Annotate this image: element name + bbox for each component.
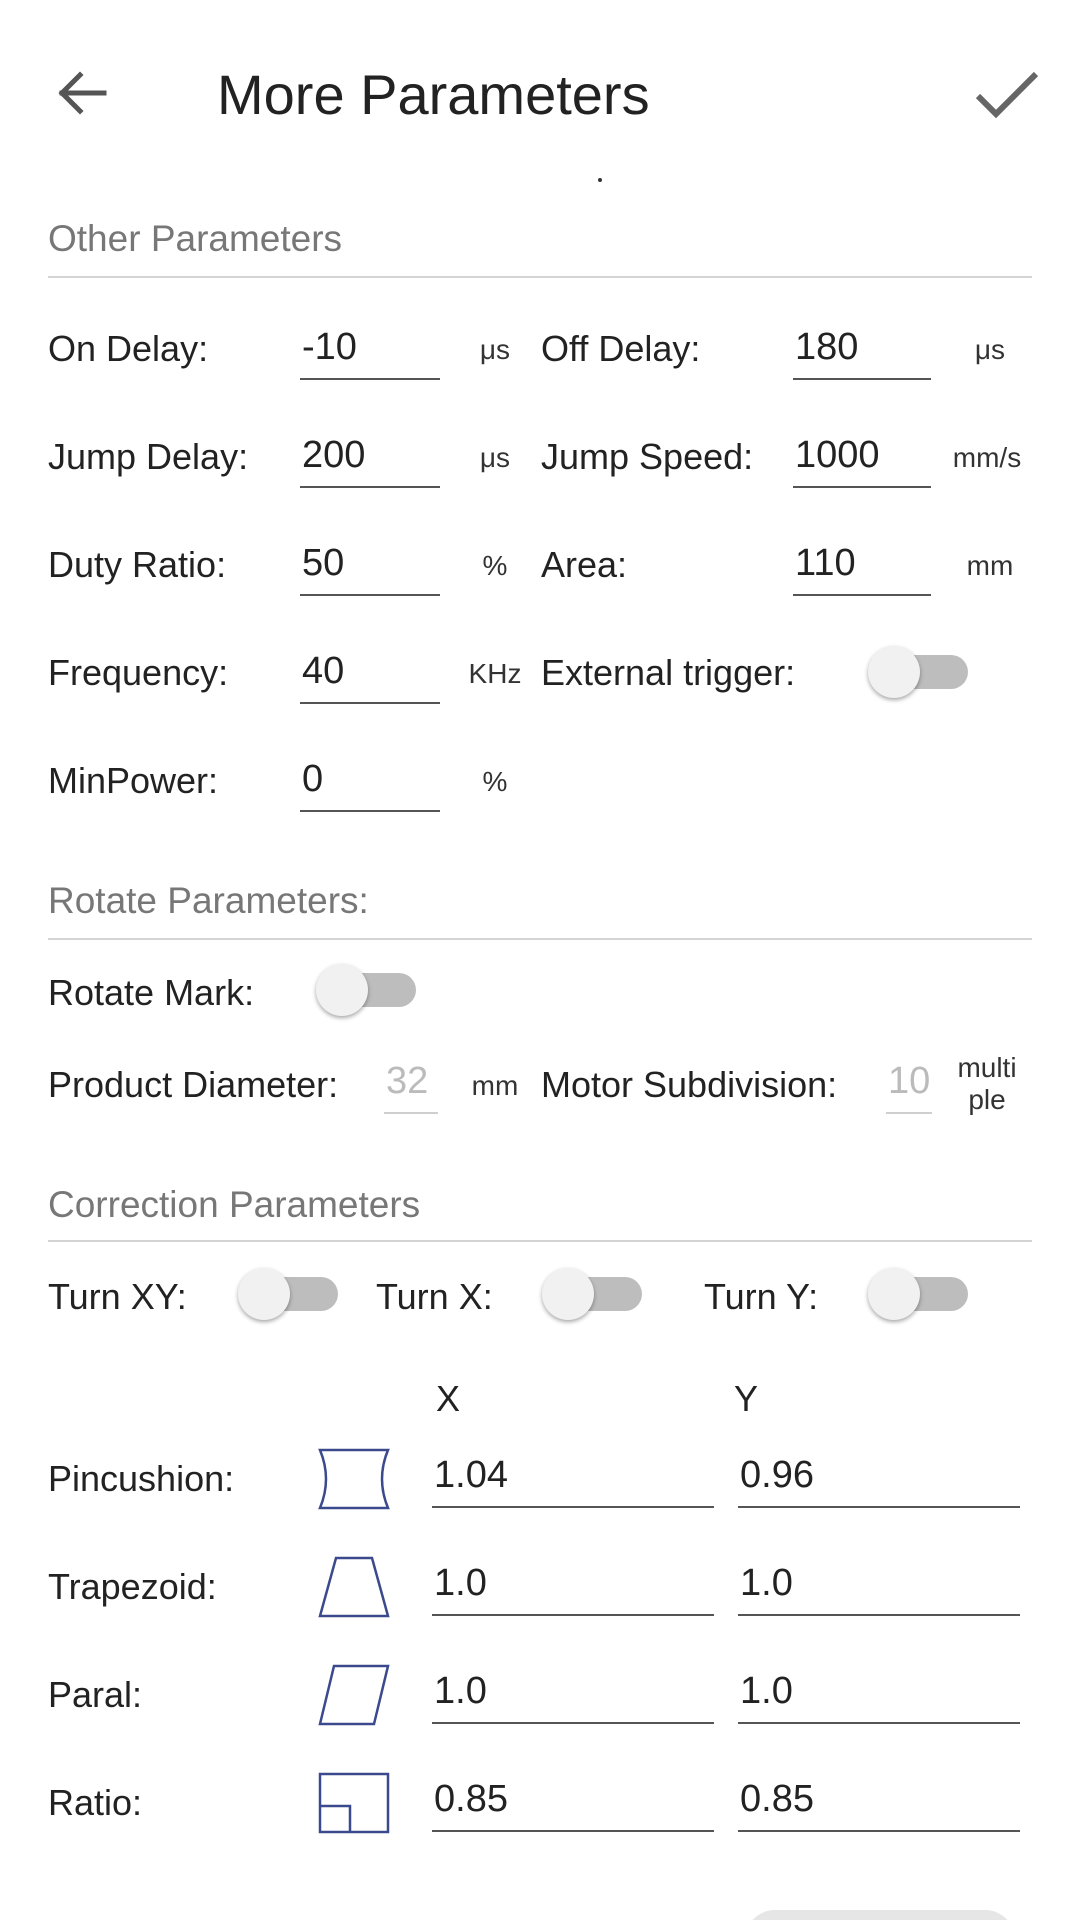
page-title: More Parameters [217,63,650,126]
turn-xy-toggle[interactable] [238,1268,338,1320]
turn-x-label: Turn X: [376,1276,493,1317]
min-power-unit: % [482,766,508,797]
section-title-correction: Correction Parameters [48,1184,421,1225]
rotate-mark-label: Rotate Mark: [48,972,255,1013]
off-delay-unit: μs [974,334,1006,365]
back-button[interactable] [52,62,114,124]
unit-line-1: multi [957,1052,1017,1083]
app-header: More Parameters [0,0,1080,180]
product-diameter-field[interactable]: 32 [384,1056,438,1114]
section-divider [48,938,1032,940]
trapezoid-shape-icon [318,1556,390,1618]
paral-y-field[interactable]: 1.0 [738,1666,1020,1724]
motor-subdivision-unit: multi ple [945,1052,1029,1116]
external-trigger-toggle[interactable] [868,646,968,698]
jump-delay-field[interactable]: 200 [300,430,440,488]
frequency-label: Frequency: [48,652,229,693]
checkmark-icon [975,71,1039,119]
ratio-y-field[interactable]: 0.85 [738,1774,1020,1832]
jump-delay-label: Jump Delay: [48,436,249,477]
external-trigger-label: External trigger: [541,652,796,693]
parallelogram-shape-icon [318,1664,390,1726]
area-field[interactable]: 110 [793,538,931,596]
turn-x-toggle[interactable] [542,1268,642,1320]
toggle-thumb [868,646,920,698]
jump-delay-unit: μs [479,442,511,473]
min-power-label: MinPower: [48,760,219,801]
column-header-x: X [436,1378,461,1419]
pincushion-y-field[interactable]: 0.96 [738,1450,1020,1508]
pincushion-shape-icon [318,1448,390,1510]
duty-ratio-unit: % [482,550,508,581]
on-delay-label: On Delay: [48,328,209,369]
ratio-label: Ratio: [48,1782,143,1823]
frequency-unit: KHz [468,658,522,689]
rotate-mark-toggle[interactable] [316,964,416,1016]
turn-y-label: Turn Y: [704,1276,819,1317]
frequency-field[interactable]: 40 [300,646,440,704]
product-diameter-label: Product Diameter: [48,1064,339,1105]
pincushion-label: Pincushion: [48,1458,235,1499]
pincushion-x-field[interactable]: 1.04 [432,1450,714,1508]
unit-line-2: ple [968,1084,1006,1115]
section-title-other: Other Parameters [48,218,343,259]
trapezoid-x-field[interactable]: 1.0 [432,1558,714,1616]
trapezoid-y-field[interactable]: 1.0 [738,1558,1020,1616]
motor-subdivision-label: Motor Subdivision: [541,1064,838,1105]
paral-x-field[interactable]: 1.0 [432,1666,714,1724]
jump-speed-label: Jump Speed: [541,436,754,477]
turn-y-toggle[interactable] [868,1268,968,1320]
motor-subdivision-field[interactable]: 10 [886,1056,932,1114]
arrow-left-icon [58,71,107,115]
section-title-rotate: Rotate Parameters: [48,880,369,921]
area-unit: mm [966,550,1014,581]
jump-speed-unit: mm/s [952,442,1022,473]
on-delay-unit: μs [479,334,511,365]
divider-dot [598,178,602,182]
product-diameter-unit: mm [471,1070,519,1101]
area-label: Area: [541,544,628,585]
section-divider [48,1240,1032,1242]
duty-ratio-field[interactable]: 50 [300,538,440,596]
toggle-thumb [542,1268,594,1320]
column-header-y: Y [734,1378,759,1419]
confirm-button[interactable] [972,64,1042,124]
min-power-field[interactable]: 0 [300,754,440,812]
ratio-shape-icon [318,1772,390,1834]
turn-xy-label: Turn XY: [48,1276,187,1317]
on-delay-field[interactable]: -10 [300,322,440,380]
off-delay-label: Off Delay: [541,328,701,369]
toggle-thumb [868,1268,920,1320]
bottom-action-button[interactable] [745,1910,1015,1920]
paral-label: Paral: [48,1674,143,1715]
section-divider [48,276,1032,278]
off-delay-field[interactable]: 180 [793,322,931,380]
toggle-thumb [316,964,368,1016]
trapezoid-label: Trapezoid: [48,1566,217,1607]
ratio-x-field[interactable]: 0.85 [432,1774,714,1832]
duty-ratio-label: Duty Ratio: [48,544,227,585]
toggle-thumb [238,1268,290,1320]
jump-speed-field[interactable]: 1000 [793,430,931,488]
